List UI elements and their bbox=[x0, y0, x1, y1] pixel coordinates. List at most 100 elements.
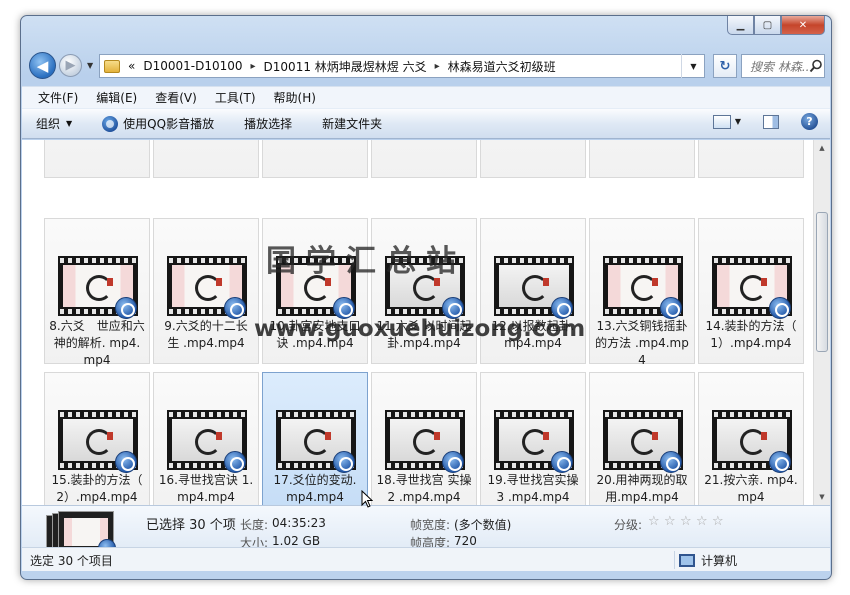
search-box[interactable]: 搜索 林森... bbox=[741, 54, 825, 78]
rating-label: 分级: bbox=[614, 518, 643, 532]
play-selected-button[interactable]: 播放选择 bbox=[244, 115, 292, 132]
qq-player-icon bbox=[769, 451, 791, 473]
forward-button[interactable]: ▶ bbox=[59, 54, 82, 77]
file-item[interactable]: 20.用神两现的取 用.mp4.mp4 bbox=[589, 372, 695, 505]
file-name: 13.六爻铜钱摇卦 的方法 .mp4.mp4 bbox=[595, 319, 689, 367]
file-item[interactable]: 21.按六亲. mp4.mp4 bbox=[698, 372, 804, 505]
help-icon[interactable]: ? bbox=[801, 113, 818, 130]
chevron-down-icon: ▼ bbox=[66, 119, 73, 128]
file-name: 14.装卦的方法（ 1）.mp4.mp4 bbox=[705, 319, 797, 350]
qq-player-icon bbox=[102, 115, 119, 132]
back-button[interactable]: ◀ bbox=[29, 52, 56, 79]
breadcrumb-item[interactable]: D10011 林炳坤晟煜林煜 六爻 bbox=[264, 58, 427, 75]
file-item[interactable]: 17.爻位的变动. mp4.mp4 bbox=[262, 372, 368, 505]
menu-bar: 文件(F) 编辑(E) 查看(V) 工具(T) 帮助(H) bbox=[22, 86, 830, 108]
file-item[interactable]: 5.六爻 六亲的生 克关系 .mp4.mp4 bbox=[480, 140, 586, 178]
file-item[interactable]: 15.装卦的方法（ 2）.mp4.mp4 bbox=[44, 372, 150, 505]
file-item[interactable]: 8.六爻 世应和六 神的解析. mp4.mp4 bbox=[44, 218, 150, 367]
qq-player-icon bbox=[115, 451, 137, 473]
qq-player-icon bbox=[115, 297, 137, 319]
new-folder-label: 新建文件夹 bbox=[322, 117, 383, 131]
organize-button[interactable]: 组织 ▼ bbox=[36, 115, 72, 132]
file-item[interactable]: 13.六爻铜钱摇卦 的方法 .mp4.mp4 bbox=[589, 218, 695, 367]
command-bar: 组织 ▼ 使用QQ影音播放 播放选择 新建文件夹 ▼ ? bbox=[22, 108, 830, 139]
breadcrumb-separator[interactable]: ▸ bbox=[251, 61, 256, 72]
status-selection-text: 选定 30 个项目 bbox=[30, 554, 113, 568]
organize-label: 组织 bbox=[36, 117, 61, 131]
file-name: 17.爻位的变动. mp4.mp4 bbox=[273, 473, 357, 504]
file-item[interactable]: 9.六爻的十二长 生 .mp4.mp4 bbox=[153, 218, 259, 364]
file-item[interactable]: 12.以报数起卦. mp4.mp4 bbox=[480, 218, 586, 364]
file-item[interactable]: 1.八卦的生变 .mp4.mp4 bbox=[44, 140, 150, 178]
toolbar-right: ▼ ? bbox=[712, 113, 818, 130]
menu-tools[interactable]: 工具(T) bbox=[215, 89, 256, 106]
qq-player-icon bbox=[769, 297, 791, 319]
computer-icon bbox=[679, 553, 695, 567]
watermark-url: www.guoxuehuizong.com bbox=[254, 316, 586, 342]
scroll-up-button[interactable]: ▲ bbox=[814, 140, 830, 156]
qq-player-icon bbox=[660, 297, 682, 319]
file-name: 21.按六亲. mp4.mp4 bbox=[704, 473, 798, 504]
play-selected-label: 播放选择 bbox=[244, 117, 293, 131]
menu-edit[interactable]: 编辑(E) bbox=[96, 89, 137, 106]
rating-stars[interactable]: ☆ ☆ ☆ ☆ ☆ bbox=[648, 515, 728, 529]
file-name: 19.寻世找宫实操 3 .mp4.mp4 bbox=[487, 473, 579, 504]
star-icon[interactable]: ☆ bbox=[648, 515, 662, 529]
explorer-window: ▁ ▢ ✕ ◀ ▶ ▼ « D10001-D10100 ▸ D10011 林炳坤… bbox=[20, 15, 832, 580]
file-item[interactable]: 16.寻世找宫诀 1.mp4.mp4 bbox=[153, 372, 259, 505]
watermark-text: 国学汇总站 bbox=[266, 244, 466, 279]
menu-help[interactable]: 帮助(H) bbox=[274, 89, 316, 106]
address-dropdown[interactable]: ▼ bbox=[681, 54, 705, 78]
refresh-button[interactable]: ↻ bbox=[713, 54, 737, 78]
caption-buttons: ▁ ▢ ✕ bbox=[727, 16, 825, 35]
vertical-scrollbar[interactable]: ▲ ▼ bbox=[813, 140, 830, 505]
file-item[interactable]: 6.六亲的五行 .mp4.mp4 bbox=[589, 140, 695, 178]
search-icon[interactable] bbox=[808, 57, 824, 75]
qq-player-icon bbox=[660, 451, 682, 473]
menu-view[interactable]: 查看(V) bbox=[155, 89, 197, 106]
file-item[interactable]: 14.装卦的方法（ 1）.mp4.mp4 bbox=[698, 218, 804, 364]
new-folder-button[interactable]: 新建文件夹 bbox=[322, 115, 382, 132]
minimize-button[interactable]: ▁ bbox=[727, 16, 754, 35]
breadcrumb-overflow[interactable]: « bbox=[128, 59, 135, 73]
close-button[interactable]: ✕ bbox=[781, 16, 825, 35]
search-input[interactable]: 搜索 林森... bbox=[750, 58, 808, 75]
star-icon[interactable]: ☆ bbox=[680, 515, 694, 529]
file-name: 15.装卦的方法（ 2）.mp4.mp4 bbox=[51, 473, 143, 504]
play-with-qq-label: 使用QQ影音播放 bbox=[123, 117, 215, 131]
mouse-cursor-icon bbox=[361, 490, 373, 508]
qq-player-icon bbox=[224, 297, 246, 319]
qq-player-icon bbox=[551, 451, 573, 473]
file-item[interactable]: 2.八卦的象意 .mp4.mp4 bbox=[153, 140, 259, 178]
file-item[interactable]: 4.八卦的认知含 义 .mp4.mp4 bbox=[371, 140, 477, 178]
menu-file[interactable]: 文件(F) bbox=[38, 89, 78, 106]
chevron-down-icon[interactable]: ▼ bbox=[735, 117, 741, 126]
scroll-thumb[interactable] bbox=[816, 212, 828, 352]
file-name: 9.六爻的十二长 生 .mp4.mp4 bbox=[164, 319, 248, 350]
selection-count: 已选择 30 个项 bbox=[146, 518, 236, 533]
maximize-button[interactable]: ▢ bbox=[754, 16, 781, 35]
frame-width-value: (多个数值) bbox=[454, 518, 512, 532]
breadcrumb-item[interactable]: D10001-D10100 bbox=[143, 59, 242, 73]
length-value: 04:35:23 bbox=[272, 516, 326, 530]
breadcrumb-item[interactable]: 林森易道六爻初级班 bbox=[448, 58, 556, 75]
preview-pane-icon[interactable] bbox=[763, 114, 779, 129]
frame-width-label: 帧宽度: bbox=[410, 518, 451, 532]
breadcrumb-separator[interactable]: ▸ bbox=[435, 61, 440, 72]
file-item[interactable]: 3.卦宫的属性认 识 .mp4.mp4 bbox=[262, 140, 368, 178]
scroll-down-button[interactable]: ▼ bbox=[814, 489, 830, 505]
file-name: 16.寻世找宫诀 1.mp4.mp4 bbox=[158, 473, 254, 504]
recent-pages-dropdown[interactable]: ▼ bbox=[87, 61, 93, 70]
star-icon[interactable]: ☆ bbox=[712, 515, 726, 529]
star-icon[interactable]: ☆ bbox=[696, 515, 710, 529]
length-label: 长度: bbox=[240, 518, 269, 532]
play-with-qq-button[interactable]: 使用QQ影音播放 bbox=[102, 115, 214, 132]
star-icon[interactable]: ☆ bbox=[664, 515, 678, 529]
file-item[interactable]: 7.八卦的演变规 律 .mp4.mp4 bbox=[698, 140, 804, 178]
file-item[interactable]: 18.寻世找宫 实操 2 .mp4.mp4 bbox=[371, 372, 477, 505]
file-name: 20.用神两现的取 用.mp4.mp4 bbox=[596, 473, 688, 504]
file-item[interactable]: 19.寻世找宫实操 3 .mp4.mp4 bbox=[480, 372, 586, 505]
view-options-icon[interactable] bbox=[712, 114, 731, 129]
address-bar[interactable]: « D10001-D10100 ▸ D10011 林炳坤晟煜林煜 六爻 ▸ 林森… bbox=[99, 54, 705, 78]
qq-player-icon bbox=[333, 451, 355, 473]
